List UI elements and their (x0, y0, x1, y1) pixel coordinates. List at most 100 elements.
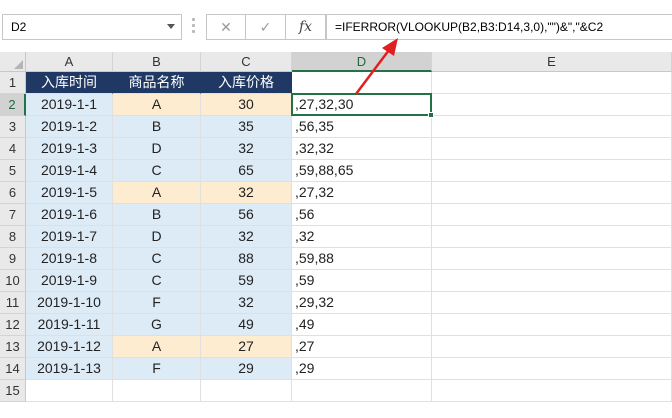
cell-b7[interactable]: B (113, 204, 201, 226)
cell-b13[interactable]: A (113, 336, 201, 358)
cell-a13[interactable]: 2019-1-12 (26, 336, 113, 358)
cell-c1[interactable]: 入库价格 (201, 72, 292, 94)
cell-b5[interactable]: C (113, 160, 201, 182)
cell-b3[interactable]: B (113, 116, 201, 138)
cell-a9[interactable]: 2019-1-8 (26, 248, 113, 270)
row-header-4[interactable]: 4 (0, 138, 26, 160)
cell-c12[interactable]: 49 (201, 314, 292, 336)
cell-d4[interactable]: ,32,32 (292, 138, 432, 160)
formula-input[interactable]: =IFERROR(VLOOKUP(B2,B3:D14,3,0),"")&","&… (326, 14, 672, 40)
cell-e3[interactable] (432, 116, 672, 138)
cell-a3[interactable]: 2019-1-2 (26, 116, 113, 138)
cell-d11[interactable]: ,29,32 (292, 292, 432, 314)
name-box[interactable]: D2 (2, 14, 182, 40)
cell-d14[interactable]: ,29 (292, 358, 432, 380)
cell-e1[interactable] (432, 72, 672, 94)
cell-e13[interactable] (432, 336, 672, 358)
cell-c8[interactable]: 32 (201, 226, 292, 248)
cell-d1[interactable] (292, 72, 432, 94)
cell-c9[interactable]: 88 (201, 248, 292, 270)
cell-e6[interactable] (432, 182, 672, 204)
cell-d13[interactable]: ,27 (292, 336, 432, 358)
cell-a11[interactable]: 2019-1-10 (26, 292, 113, 314)
enter-button[interactable]: ✓ (246, 14, 286, 40)
row-header-6[interactable]: 6 (0, 182, 26, 204)
cell-d15[interactable] (292, 380, 432, 402)
cell-a2[interactable]: 2019-1-1 (26, 94, 113, 116)
drag-handle-icon[interactable] (192, 18, 196, 38)
cell-c14[interactable]: 29 (201, 358, 292, 380)
row-header-9[interactable]: 9 (0, 248, 26, 270)
cell-d12[interactable]: ,49 (292, 314, 432, 336)
cell-d10[interactable]: ,59 (292, 270, 432, 292)
cell-c10[interactable]: 59 (201, 270, 292, 292)
row-header-8[interactable]: 8 (0, 226, 26, 248)
cell-e2[interactable] (432, 94, 672, 116)
column-header-e[interactable]: E (432, 52, 672, 72)
column-header-c[interactable]: C (201, 52, 292, 72)
cell-c5[interactable]: 65 (201, 160, 292, 182)
cell-c3[interactable]: 35 (201, 116, 292, 138)
cell-e12[interactable] (432, 314, 672, 336)
cell-e11[interactable] (432, 292, 672, 314)
cancel-button[interactable]: ✕ (206, 14, 246, 40)
column-header-a[interactable]: A (26, 52, 113, 72)
row-header-10[interactable]: 10 (0, 270, 26, 292)
cell-a12[interactable]: 2019-1-11 (26, 314, 113, 336)
insert-function-button[interactable]: fx (286, 14, 326, 40)
cell-b14[interactable]: F (113, 358, 201, 380)
cell-d9[interactable]: ,59,88 (292, 248, 432, 270)
cell-c4[interactable]: 32 (201, 138, 292, 160)
cell-a1[interactable]: 入库时间 (26, 72, 113, 94)
cell-e9[interactable] (432, 248, 672, 270)
cell-c11[interactable]: 32 (201, 292, 292, 314)
cell-a14[interactable]: 2019-1-13 (26, 358, 113, 380)
cell-a5[interactable]: 2019-1-4 (26, 160, 113, 182)
cell-d5[interactable]: ,59,88,65 (292, 160, 432, 182)
row-header-7[interactable]: 7 (0, 204, 26, 226)
cell-b10[interactable]: C (113, 270, 201, 292)
cell-e14[interactable] (432, 358, 672, 380)
cell-b4[interactable]: D (113, 138, 201, 160)
row-header-2[interactable]: 2 (0, 94, 26, 116)
row-header-13[interactable]: 13 (0, 336, 26, 358)
fill-handle[interactable] (428, 112, 434, 118)
cell-e15[interactable] (432, 380, 672, 402)
cell-c6[interactable]: 32 (201, 182, 292, 204)
cell-d6[interactable]: ,27,32 (292, 182, 432, 204)
cell-b2[interactable]: A (113, 94, 201, 116)
cell-a7[interactable]: 2019-1-6 (26, 204, 113, 226)
cell-b12[interactable]: G (113, 314, 201, 336)
cell-c7[interactable]: 56 (201, 204, 292, 226)
row-header-5[interactable]: 5 (0, 160, 26, 182)
cell-c15[interactable] (201, 380, 292, 402)
row-header-3[interactable]: 3 (0, 116, 26, 138)
cell-a10[interactable]: 2019-1-9 (26, 270, 113, 292)
cell-e4[interactable] (432, 138, 672, 160)
column-header-d[interactable]: D (292, 52, 432, 72)
cell-d8[interactable]: ,32 (292, 226, 432, 248)
cell-d3[interactable]: ,56,35 (292, 116, 432, 138)
cell-a4[interactable]: 2019-1-3 (26, 138, 113, 160)
cell-e7[interactable] (432, 204, 672, 226)
select-all-button[interactable] (0, 52, 26, 72)
cell-b15[interactable] (113, 380, 201, 402)
row-header-15[interactable]: 15 (0, 380, 26, 402)
cell-a6[interactable]: 2019-1-5 (26, 182, 113, 204)
row-header-12[interactable]: 12 (0, 314, 26, 336)
cell-e5[interactable] (432, 160, 672, 182)
chevron-down-icon[interactable] (167, 24, 175, 29)
cell-c13[interactable]: 27 (201, 336, 292, 358)
cell-a15[interactable] (26, 380, 113, 402)
cell-b6[interactable]: A (113, 182, 201, 204)
row-header-1[interactable]: 1 (0, 72, 26, 94)
cell-b8[interactable]: D (113, 226, 201, 248)
cell-b1[interactable]: 商品名称 (113, 72, 201, 94)
cell-c2[interactable]: 30 (201, 94, 292, 116)
row-header-14[interactable]: 14 (0, 358, 26, 380)
cell-a8[interactable]: 2019-1-7 (26, 226, 113, 248)
row-header-11[interactable]: 11 (0, 292, 26, 314)
cell-e8[interactable] (432, 226, 672, 248)
cell-b9[interactable]: C (113, 248, 201, 270)
cell-d7[interactable]: ,56 (292, 204, 432, 226)
